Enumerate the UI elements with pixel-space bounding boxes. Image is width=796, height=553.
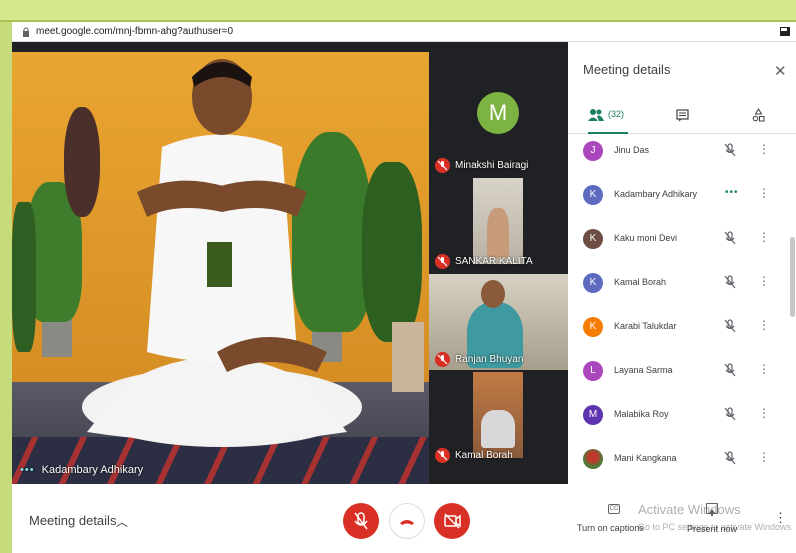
tile-sankar[interactable]: SANKAR KALITA — [429, 176, 568, 272]
mic-off-icon[interactable] — [723, 451, 737, 465]
participant-name: Malabika Roy — [614, 409, 669, 419]
mic-off-icon — [435, 352, 450, 367]
speaker-name: Kadambary Adhikary — [41, 464, 144, 476]
participant-name: Jinu Das — [614, 145, 650, 155]
avatar: J — [583, 141, 603, 161]
captions-button-label[interactable]: Turn on captions — [577, 523, 644, 533]
participant-row[interactable]: L Layana Sarma ⋮ — [568, 351, 796, 395]
chevron-up-icon[interactable]: ︿ — [116, 513, 128, 530]
mic-off-icon[interactable] — [723, 363, 737, 377]
panel-tabs: (32) — [568, 100, 796, 134]
arrow-up-icon — [709, 509, 715, 516]
mic-off-icon — [435, 448, 450, 463]
activation-watermark-title: Activate Windows — [638, 502, 741, 517]
activities-icon — [752, 108, 765, 122]
participant-row[interactable]: K Kaku moni Devi ⋮ — [568, 219, 796, 263]
plant — [12, 202, 36, 352]
more-options-icon[interactable]: ⋮ — [758, 142, 770, 156]
speaker-figure — [82, 59, 362, 447]
camera-toggle-button[interactable] — [434, 503, 470, 539]
participant-figure — [487, 208, 509, 258]
tile-name: Minakshi Bairagi — [455, 160, 529, 171]
tile-name: Ranjan Bhuyan — [455, 354, 524, 365]
participant-row[interactable]: K Kamal Borah ⋮ — [568, 263, 796, 307]
participant-name: Kamal Borah — [614, 277, 667, 287]
tab-activities[interactable] — [752, 100, 772, 134]
people-count: (32) — [608, 109, 625, 119]
tile-name: SANKAR KALITA — [455, 256, 533, 267]
tab-chat[interactable] — [676, 100, 696, 134]
more-options-icon[interactable]: ⋮ — [758, 186, 770, 200]
window-left-edge — [0, 22, 12, 553]
mic-off-icon[interactable] — [723, 275, 737, 289]
tile-name: Kamal Borah — [455, 450, 513, 461]
statue — [392, 322, 424, 392]
present-icon[interactable] — [706, 503, 718, 516]
captions-icon[interactable]: CC — [608, 504, 620, 514]
avatar: K — [583, 317, 603, 337]
hang-up-icon — [400, 520, 414, 525]
window-top-strip — [0, 0, 796, 22]
mic-off-icon[interactable] — [723, 319, 737, 333]
more-options-icon[interactable]: ⋮ — [758, 230, 770, 244]
speaker-name-label: ••• Kadambary Adhikary — [20, 464, 143, 476]
avatar: K — [583, 229, 603, 249]
cast-icon[interactable] — [780, 27, 790, 36]
panel-scrollbar[interactable] — [790, 237, 795, 317]
participant-row[interactable]: K Kadambary Adhikary ••• ⋮ — [568, 175, 796, 219]
bottom-control-bar: Meeting details ︿ Activate Windows Go to… — [12, 484, 796, 553]
mic-off-icon[interactable] — [723, 143, 737, 157]
mic-off-icon — [435, 254, 450, 269]
more-options-icon[interactable]: ⋮ — [758, 362, 770, 376]
people-icon — [588, 109, 604, 121]
chat-icon — [676, 109, 689, 122]
mic-off-icon — [354, 512, 368, 530]
participant-row[interactable]: J Jinu Das ⋮ — [568, 131, 796, 175]
avatar: K — [583, 185, 603, 205]
close-icon[interactable]: ✕ — [774, 62, 787, 80]
address-bar[interactable]: meet.google.com/mnj-fbmn-ahg?authuser=0 — [12, 22, 796, 42]
participant-row[interactable]: M Malabika Roy ⋮ — [568, 395, 796, 439]
mic-off-icon[interactable] — [723, 231, 737, 245]
avatar: M — [583, 405, 603, 425]
more-options-icon[interactable]: ⋮ — [774, 510, 787, 526]
leave-call-button[interactable] — [389, 503, 425, 539]
panel-title: Meeting details — [583, 62, 671, 77]
participant-figure — [481, 410, 515, 448]
participant-head — [481, 280, 505, 308]
participant-row[interactable]: Mani Kangkana ⋮ — [568, 439, 796, 483]
speaking-indicator-icon: ••• — [20, 464, 35, 476]
avatar: L — [583, 361, 603, 381]
avatar-photo — [583, 449, 603, 469]
speaking-indicator-icon: ••• — [725, 187, 739, 198]
meet-top-band — [12, 42, 568, 52]
mic-toggle-button[interactable] — [343, 503, 379, 539]
meeting-details-button[interactable]: Meeting details — [29, 513, 116, 528]
tile-ranjan[interactable]: Ranjan Bhuyan — [429, 274, 568, 370]
meeting-details-panel: Meeting details ✕ (32) J Jinu Das ⋮ K Ka… — [568, 42, 796, 484]
tile-minakshi[interactable]: M Minakshi Bairagi — [429, 80, 568, 176]
lock-icon — [23, 27, 29, 37]
avatar: K — [583, 273, 603, 293]
more-options-icon[interactable]: ⋮ — [758, 274, 770, 288]
more-options-icon[interactable]: ⋮ — [758, 318, 770, 332]
more-options-icon[interactable]: ⋮ — [758, 406, 770, 420]
tab-people[interactable]: (32) — [588, 100, 628, 134]
camera-off-icon — [444, 513, 461, 529]
more-options-icon[interactable]: ⋮ — [758, 450, 770, 464]
participant-row[interactable]: K Karabi Talukdar ⋮ — [568, 307, 796, 351]
participant-name: Kadambary Adhikary — [614, 189, 698, 199]
participant-name: Mani Kangkana — [614, 453, 677, 463]
participant-tiles: M Minakshi Bairagi SANKAR KALITA Ranjan … — [429, 52, 568, 484]
main-video[interactable]: ••• Kadambary Adhikary — [12, 52, 429, 484]
participant-name: Layana Sarma — [614, 365, 673, 375]
mic-off-icon — [435, 158, 450, 173]
participant-name: Karabi Talukdar — [614, 321, 677, 331]
mic-off-icon[interactable] — [723, 407, 737, 421]
present-now-label[interactable]: Present now — [687, 524, 737, 534]
participant-name: Kaku moni Devi — [614, 233, 678, 243]
tile-kamal[interactable]: Kamal Borah — [429, 370, 568, 466]
url-text[interactable]: meet.google.com/mnj-fbmn-ahg?authuser=0 — [36, 26, 233, 37]
avatar: M — [477, 92, 519, 134]
